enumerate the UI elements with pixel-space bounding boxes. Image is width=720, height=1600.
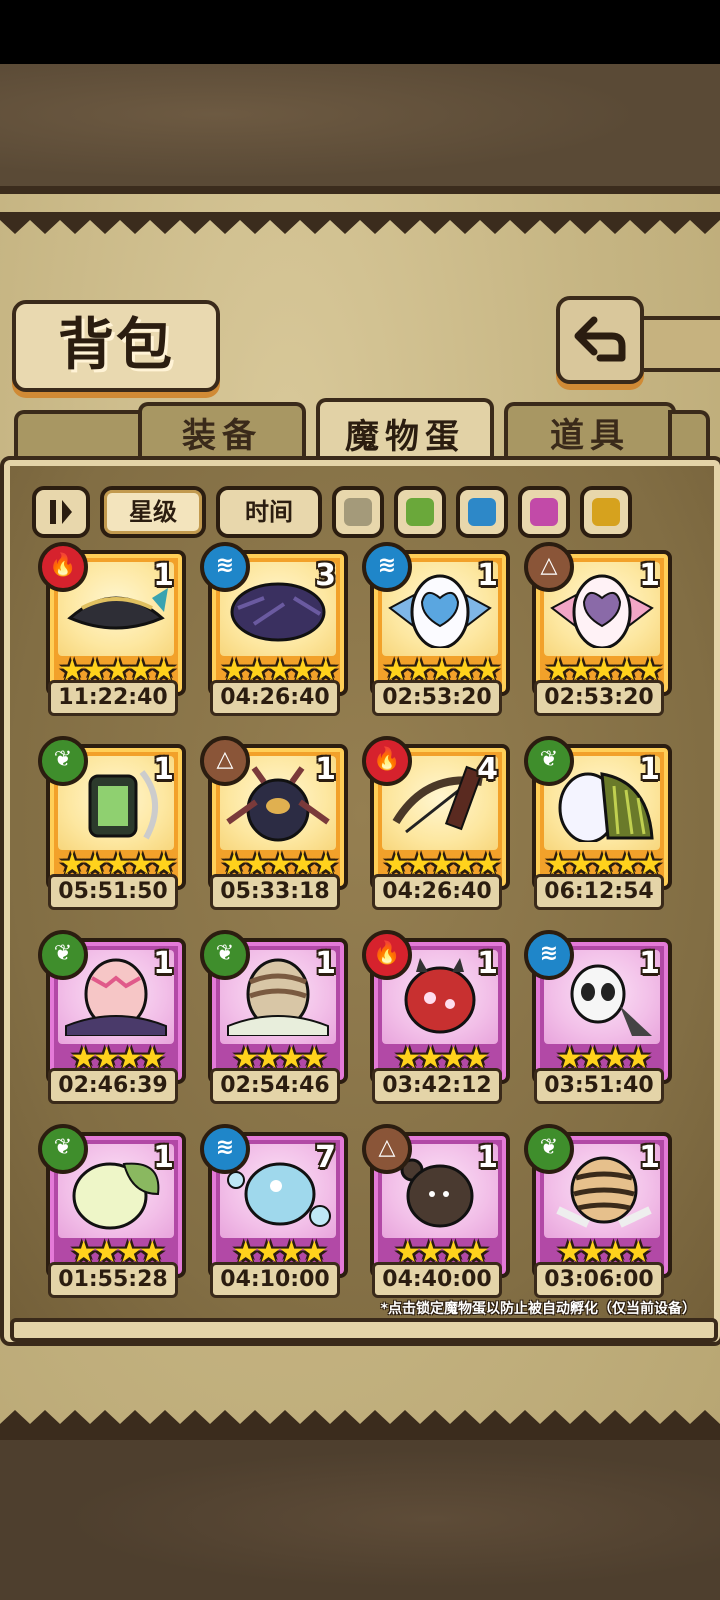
map-background-top	[0, 64, 720, 190]
grass-icon: ❦	[524, 736, 574, 786]
egg-count: 1	[315, 752, 336, 787]
hatch-timer: 05:33:18	[210, 874, 340, 910]
egg-count: 1	[477, 558, 498, 593]
status-bar	[0, 0, 720, 64]
color-filter-gray[interactable]	[332, 486, 384, 538]
fire-icon: 🔥	[38, 542, 88, 592]
hatch-timer: 02:53:20	[372, 680, 502, 716]
back-button-rail	[636, 316, 720, 372]
panel-bottom-rail	[10, 1318, 718, 1342]
page-title: 背包	[58, 313, 174, 378]
parchment-edge-top	[0, 186, 720, 194]
sort-toggle-icon	[50, 500, 72, 524]
hatch-timer: 11:22:40	[48, 680, 178, 716]
zigzag-border-bottom	[0, 1410, 720, 1432]
color-swatch-blue	[468, 498, 496, 526]
earth-icon: △	[362, 1124, 412, 1174]
water-icon: ≋	[524, 930, 574, 980]
hatch-timer: 03:42:12	[372, 1068, 502, 1104]
hatch-timer: 03:06:00	[534, 1262, 664, 1298]
sort-toggle-button[interactable]	[32, 486, 90, 538]
sort-by-time-button[interactable]: 时间	[216, 486, 322, 538]
egg-count: 1	[477, 1140, 498, 1175]
hatch-timer: 02:54:46	[210, 1068, 340, 1104]
hatch-timer: 05:51:50	[48, 874, 178, 910]
grass-icon: ❦	[38, 1124, 88, 1174]
map-background-bottom	[0, 1438, 720, 1600]
hatch-timer: 04:26:40	[372, 874, 502, 910]
egg-count: 1	[153, 946, 174, 981]
egg-count: 1	[639, 1140, 660, 1175]
tab-equipment-label: 装备	[182, 416, 262, 456]
hatch-timer: 01:55:28	[48, 1262, 178, 1298]
grass-icon: ❦	[38, 930, 88, 980]
grass-icon: ❦	[38, 736, 88, 786]
egg-count: 1	[153, 752, 174, 787]
egg-count: 4	[477, 752, 498, 787]
egg-count: 1	[639, 946, 660, 981]
water-icon: ≋	[200, 1124, 250, 1174]
egg-count: 1	[315, 946, 336, 981]
zigzag-border-top	[0, 212, 720, 234]
hatch-timer: 04:10:00	[210, 1262, 340, 1298]
egg-count: 7	[315, 1140, 336, 1175]
color-swatch-green	[406, 498, 434, 526]
color-filter-blue[interactable]	[456, 486, 508, 538]
color-filter-yellow[interactable]	[580, 486, 632, 538]
grass-icon: ❦	[524, 1124, 574, 1174]
earth-icon: △	[200, 736, 250, 786]
back-arrow-icon	[574, 316, 626, 362]
earth-icon: △	[524, 542, 574, 592]
hatch-timer: 02:53:20	[534, 680, 664, 716]
water-icon: ≋	[362, 542, 412, 592]
hatch-timer: 04:40:00	[372, 1262, 502, 1298]
title-plate: 背包	[12, 300, 220, 392]
lock-hint-text: *点击锁定魔物蛋以防止被自动孵化（仅当前设备）	[380, 1301, 696, 1317]
hatch-timer: 03:51:40	[534, 1068, 664, 1104]
fire-icon: 🔥	[362, 930, 412, 980]
hatch-timer: 06:12:54	[534, 874, 664, 910]
egg-count: 3	[315, 558, 336, 593]
egg-count: 1	[153, 1140, 174, 1175]
color-filter-pink[interactable]	[518, 486, 570, 538]
color-swatch-yellow	[592, 498, 620, 526]
grass-icon: ❦	[200, 930, 250, 980]
water-icon: ≋	[200, 542, 250, 592]
tab-items-label: 道具	[550, 416, 630, 456]
color-swatch-gray	[344, 498, 372, 526]
color-swatch-pink	[530, 498, 558, 526]
color-filter-green[interactable]	[394, 486, 446, 538]
hatch-timer: 02:46:39	[48, 1068, 178, 1104]
egg-count: 1	[639, 752, 660, 787]
fire-icon: 🔥	[362, 736, 412, 786]
back-button[interactable]	[556, 296, 644, 384]
egg-count: 1	[477, 946, 498, 981]
hatch-timer: 04:26:40	[210, 680, 340, 716]
parchment-edge-bottom	[0, 1432, 720, 1440]
egg-count: 1	[153, 558, 174, 593]
sort-by-star-button[interactable]: 星级	[100, 486, 206, 538]
egg-count: 1	[639, 558, 660, 593]
